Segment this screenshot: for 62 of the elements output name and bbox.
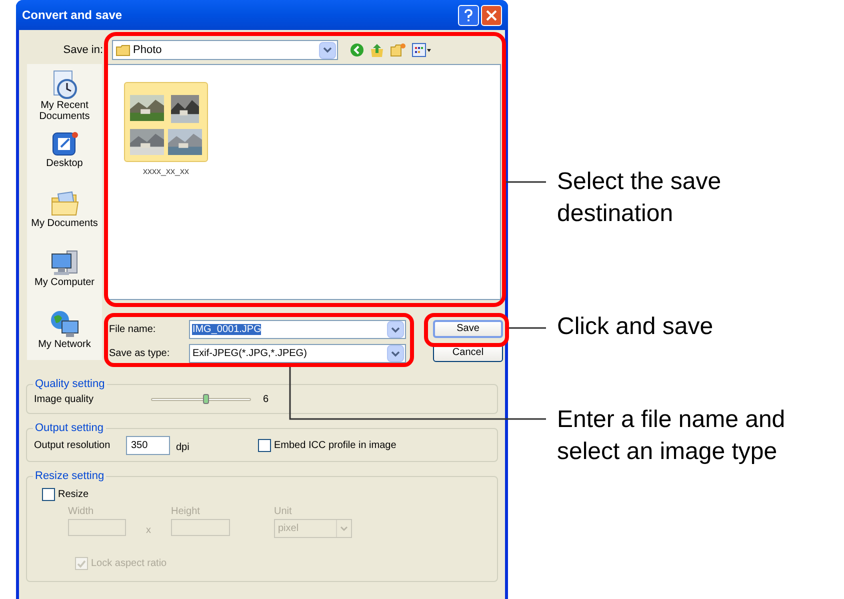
- field-value: Exif-JPEG(*.JPG,*.JPEG): [192, 347, 308, 361]
- group-title: Output setting: [33, 421, 106, 435]
- callout-text: Click and save: [557, 312, 714, 342]
- slider-thumb[interactable]: [203, 394, 209, 404]
- unit-label: dpi: [176, 440, 190, 454]
- check-icon: [77, 560, 86, 568]
- up-folder-icon[interactable]: [370, 42, 384, 58]
- unit-label: Unit: [274, 506, 293, 518]
- help-icon: [464, 8, 473, 22]
- place-label[interactable]: Desktop: [30, 158, 100, 169]
- window-title: Convert and save: [22, 7, 124, 24]
- times-sign: x: [146, 524, 151, 538]
- callout-text: Enter a file name and select an image type: [557, 405, 786, 467]
- dropdown-button[interactable]: [387, 321, 404, 338]
- quality-slider[interactable]: [151, 394, 251, 404]
- place-label[interactable]: My Recent Documents: [30, 100, 100, 122]
- group-title: Quality setting: [33, 377, 107, 391]
- group-title: Resize setting: [33, 469, 106, 483]
- caret-icon: [323, 47, 332, 53]
- clock-document-icon: [50, 70, 78, 100]
- dropdown-button[interactable]: [319, 42, 336, 58]
- quality-reading: 6: [263, 392, 269, 406]
- resolution-field[interactable]: 350: [126, 436, 170, 454]
- place-label[interactable]: My Network: [30, 338, 100, 350]
- caret-icon: [391, 326, 400, 332]
- callout-text: Select the save destination: [557, 167, 722, 229]
- checkbox-label: Lock aspect ratio: [91, 557, 167, 571]
- help-button[interactable]: [458, 4, 479, 26]
- leader-line: [506, 181, 546, 183]
- combo-field[interactable]: Exif-JPEG(*.JPG,*.JPEG): [189, 344, 406, 363]
- unit-value: pixel: [278, 522, 300, 536]
- checkbox[interactable]: [258, 438, 271, 452]
- network-globe-icon: [50, 308, 80, 338]
- caret-icon: [391, 350, 400, 356]
- close-icon: [486, 10, 497, 20]
- close-button[interactable]: [481, 4, 502, 26]
- combo-field[interactable]: IMG_0001.JPG: [189, 320, 406, 339]
- dialog-button[interactable]: Save: [433, 320, 503, 338]
- quality-label: Image quality: [34, 392, 94, 406]
- folder-icon: [50, 190, 80, 218]
- folder-thumbnail[interactable]: [124, 82, 208, 162]
- field-value: IMG_0001.JPG: [192, 323, 262, 337]
- height-label: Height: [171, 506, 201, 518]
- file-name: xxxx_xx_xx: [142, 165, 189, 178]
- dropdown-button[interactable]: [387, 345, 404, 362]
- field-label: Save as type:: [108, 347, 171, 361]
- folder-icon: [116, 44, 130, 56]
- caret-icon: [340, 526, 348, 531]
- desktop-icon: [50, 130, 78, 158]
- place-label[interactable]: My Documents: [30, 218, 100, 228]
- field-label: File name:: [108, 323, 157, 337]
- checkbox-label: Resize: [58, 488, 89, 502]
- checkbox-label: Embed ICC profile in image: [274, 438, 396, 452]
- save-in-dropdown[interactable]: Photo: [112, 40, 338, 60]
- save-in-label: Save in:: [62, 42, 104, 58]
- resolution-label: Output resolution: [34, 438, 112, 452]
- width-label: Width: [68, 506, 95, 518]
- leader-line: [509, 327, 546, 329]
- save-in-value: Photo: [133, 42, 163, 58]
- place-label[interactable]: My Computer: [30, 277, 100, 288]
- computer-icon: [50, 249, 80, 277]
- view-menu-icon[interactable]: [412, 43, 432, 57]
